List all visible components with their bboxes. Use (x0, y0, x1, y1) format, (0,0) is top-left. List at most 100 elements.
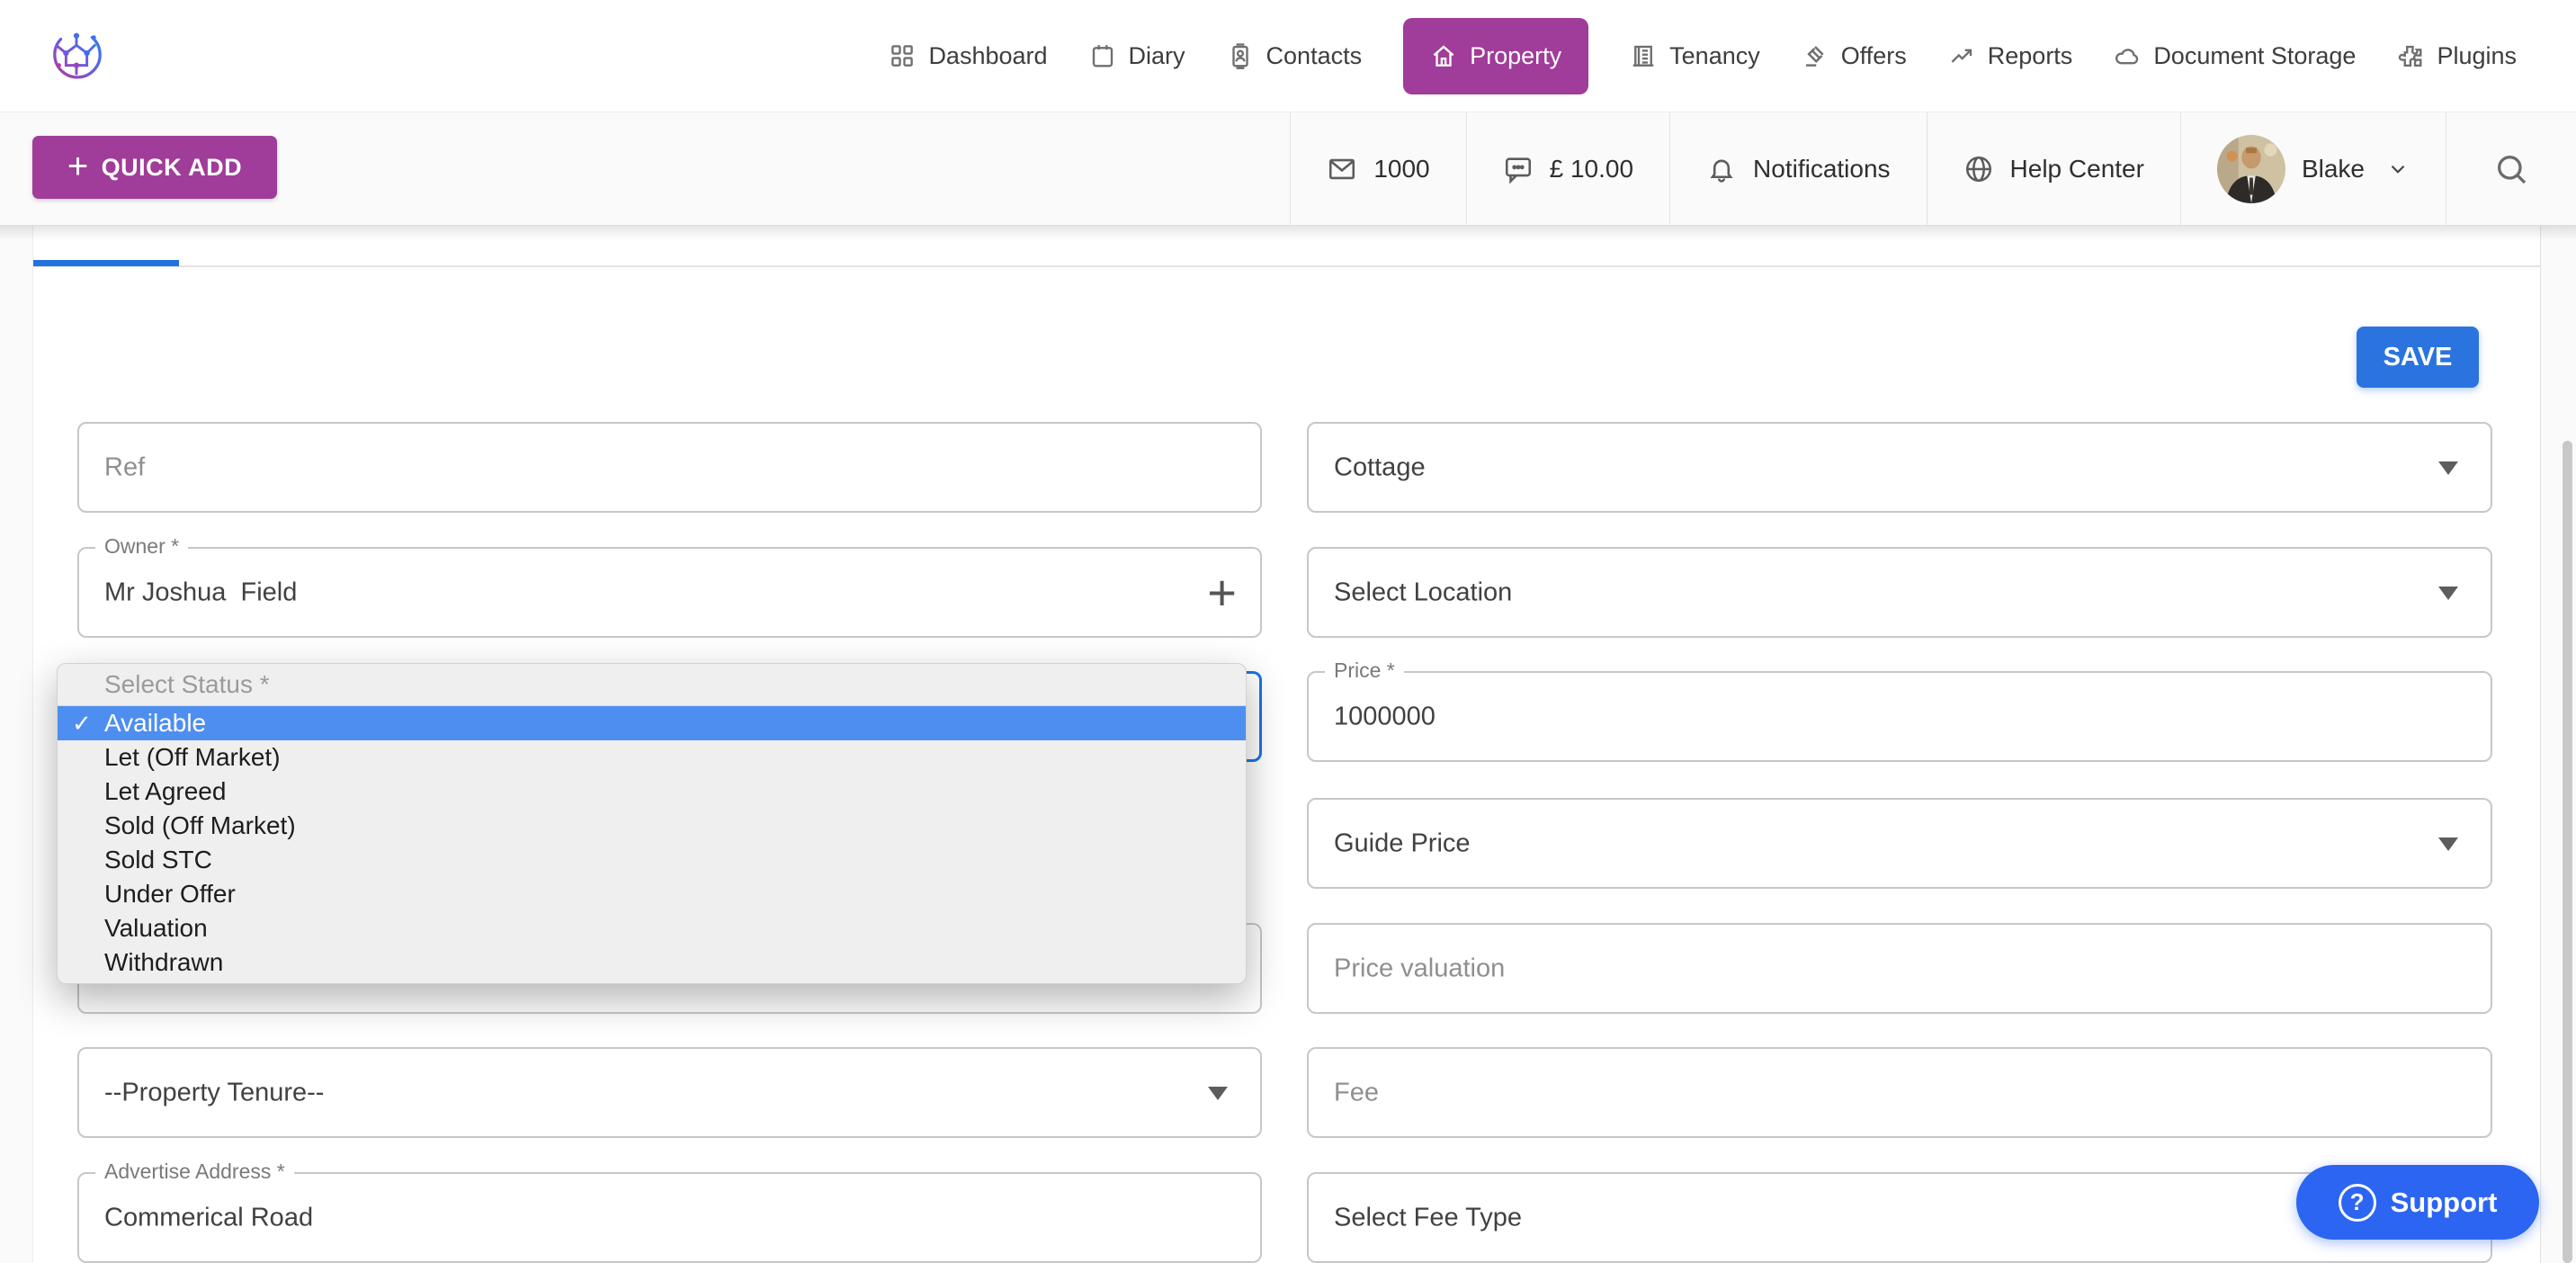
dropdown-option-label: Under Offer (104, 880, 236, 909)
app-page: Dashboard Diary Contacts Property (0, 0, 2576, 1263)
quick-add-button[interactable]: + QUICK ADD (32, 136, 277, 199)
toolbar-right: 1000 £ 10.00 Notifications Help Center (1290, 112, 2576, 225)
owner-label: Owner * (95, 534, 188, 559)
dropdown-option-label: Let (Off Market) (104, 743, 281, 772)
trend-icon (1948, 42, 1975, 69)
dropdown-option-let-agreed[interactable]: Let Agreed (58, 775, 1246, 809)
globe-icon (1963, 154, 1994, 184)
nav-label: Plugins (2437, 42, 2517, 70)
nav-item-dashboard[interactable]: Dashboard (889, 42, 1047, 70)
quick-add-label: QUICK ADD (102, 154, 243, 182)
nav-label: Offers (1841, 42, 1907, 70)
nav-item-tenancy[interactable]: Tenancy (1630, 42, 1760, 70)
dashboard-grid-icon (889, 42, 916, 69)
content-card: SAVE Ref Owner * Mr Joshua Field + --Pro… (32, 226, 2541, 1263)
check-icon: ✓ (72, 710, 92, 738)
mail-count: 1000 (1373, 155, 1429, 184)
tenure-value: --Property Tenure-- (104, 1078, 324, 1107)
dropdown-option-label: Sold STC (104, 846, 212, 874)
nav-label: Reports (1988, 42, 2073, 70)
nav-label: Property (1470, 42, 1561, 70)
price-label: Price * (1325, 658, 1404, 683)
dropdown-option-sold-off-market[interactable]: Sold (Off Market) (58, 809, 1246, 843)
dropdown-option-under-offer[interactable]: Under Offer (58, 877, 1246, 911)
puzzle-icon (2397, 42, 2424, 69)
calendar-icon (1089, 42, 1116, 69)
save-button[interactable]: SAVE (2357, 327, 2479, 388)
nav-label: Document Storage (2153, 42, 2356, 70)
help-center-label: Help Center (2010, 155, 2144, 184)
owner-value: Mr Joshua Field (104, 578, 297, 607)
property-type-value: Cottage (1334, 452, 1426, 482)
chat-bubble-icon (1503, 154, 1534, 184)
support-label: Support (2391, 1187, 2498, 1219)
price-field[interactable]: Price * 1000000 (1307, 671, 2492, 762)
ref-field[interactable]: Ref (77, 422, 1262, 513)
id-card-icon (1227, 42, 1254, 69)
dropdown-option-sold-stc[interactable]: Sold STC (58, 843, 1246, 877)
owner-field[interactable]: Owner * Mr Joshua Field + (77, 547, 1262, 638)
caret-down-icon (1208, 1087, 1228, 1100)
dropdown-option-label: Let Agreed (104, 777, 226, 806)
dropdown-option-valuation[interactable]: Valuation (58, 911, 1246, 945)
notifications-label: Notifications (1753, 155, 1891, 184)
tab-strip (33, 226, 2540, 267)
active-tab-indicator[interactable] (33, 260, 179, 266)
add-owner-button[interactable]: + (1207, 568, 1237, 618)
nav-item-offers[interactable]: Offers (1802, 42, 1907, 70)
guide-price-select[interactable]: Guide Price (1307, 798, 2492, 889)
property-type-select[interactable]: Cottage (1307, 422, 2492, 513)
search-button[interactable] (2446, 112, 2576, 225)
secondary-toolbar: + QUICK ADD 1000 £ 10.00 Notifications (0, 112, 2576, 226)
balance-amount: £ 10.00 (1550, 155, 1633, 184)
user-menu[interactable]: Blake (2180, 112, 2446, 225)
caret-down-icon (2438, 587, 2458, 600)
location-select[interactable]: Select Location (1307, 547, 2492, 638)
location-value: Select Location (1334, 578, 1512, 607)
nav-label: Dashboard (928, 42, 1047, 70)
nav-item-diary[interactable]: Diary (1089, 42, 1185, 70)
support-button[interactable]: ? Support (2296, 1165, 2539, 1240)
price-valuation-field[interactable]: Price valuation (1307, 923, 2492, 1014)
advertise-address-label: Advertise Address * (95, 1160, 294, 1184)
envelope-icon (1327, 154, 1357, 184)
building-icon (1630, 42, 1657, 69)
fee-type-value: Select Fee Type (1334, 1203, 1522, 1232)
nav-item-plugins[interactable]: Plugins (2397, 42, 2517, 70)
dropdown-option-label: Withdrawn (104, 948, 223, 977)
help-center-button[interactable]: Help Center (1927, 112, 2180, 225)
nav-label: Diary (1129, 42, 1185, 70)
nav-label: Contacts (1266, 42, 1363, 70)
guide-price-value: Guide Price (1334, 829, 1471, 858)
dropdown-option-label: Sold (Off Market) (104, 811, 296, 840)
nav-item-reports[interactable]: Reports (1948, 42, 2073, 70)
dropdown-option-label: Valuation (104, 914, 208, 943)
dropdown-header: Select Status * (58, 664, 1246, 706)
notifications-button[interactable]: Notifications (1669, 112, 1927, 225)
advertise-address-field[interactable]: Advertise Address * Commerical Road (77, 1172, 1262, 1263)
user-avatar (2217, 135, 2285, 203)
ref-placeholder: Ref (104, 452, 145, 482)
nav-item-document-storage[interactable]: Document Storage (2114, 42, 2356, 70)
scrollbar-thumb[interactable] (2563, 441, 2572, 1263)
status-dropdown: Select Status * ✓ Available Let (Off Mar… (57, 663, 1247, 984)
advertise-address-value: Commerical Road (104, 1203, 313, 1232)
nav-label: Tenancy (1669, 42, 1760, 70)
balance-button[interactable]: £ 10.00 (1466, 112, 1669, 225)
dropdown-option-withdrawn[interactable]: Withdrawn (58, 945, 1246, 980)
cloud-icon (2114, 42, 2141, 69)
dropdown-option-available[interactable]: ✓ Available (58, 706, 1246, 740)
nav-item-property[interactable]: Property (1403, 18, 1588, 94)
main-nav: Dashboard Diary Contacts Property (889, 0, 2517, 112)
price-value: 1000000 (1334, 702, 1436, 731)
brand-logo-icon[interactable] (49, 27, 104, 83)
dropdown-option-let-off-market[interactable]: Let (Off Market) (58, 740, 1246, 775)
nav-item-contacts[interactable]: Contacts (1227, 42, 1363, 70)
fee-field[interactable]: Fee (1307, 1047, 2492, 1138)
fee-placeholder: Fee (1334, 1078, 1379, 1107)
mail-counter[interactable]: 1000 (1290, 112, 1465, 225)
tenure-select[interactable]: --Property Tenure-- (77, 1047, 1262, 1138)
question-icon: ? (2339, 1184, 2376, 1222)
dropdown-option-label: Available (104, 709, 206, 738)
home-icon (1430, 42, 1457, 69)
